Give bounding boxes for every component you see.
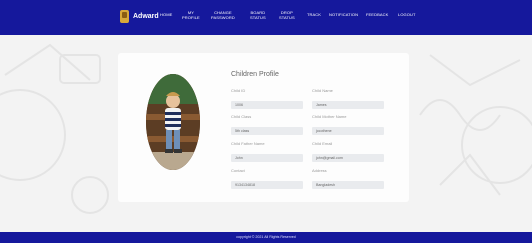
child-mother-name-label: Child Mother Name [312, 114, 347, 119]
nav-label: PASSWORD [211, 15, 235, 20]
brand-name: Adward [133, 13, 159, 20]
nav-label: STATUS [279, 15, 295, 20]
nav-label: NOTIFICATION [329, 12, 359, 17]
child-id-field[interactable]: 1006 [231, 101, 303, 109]
nav-change-password[interactable]: CHANGE PASSWORD [211, 10, 235, 20]
child-photo-image [146, 74, 200, 170]
nav-label: HOME [160, 12, 173, 17]
nav-feedback[interactable]: FEEDBACK [366, 12, 388, 17]
nav-label: PROFILE [182, 15, 200, 20]
contact-field[interactable]: 9134134818 [231, 181, 303, 189]
child-id-label: Child ID [231, 88, 246, 93]
address-field[interactable]: Bangladesh [312, 181, 384, 189]
nav-logout[interactable]: LOGOUT [398, 12, 416, 17]
address-label: Address [312, 168, 327, 173]
footer: copyright © 2021 All Rights Reserved [0, 232, 532, 243]
top-navbar: Adward HOME MY PROFILE CHANGE PASSWORD B… [0, 0, 532, 35]
nav-label: STATUS [250, 15, 266, 20]
nav-board-status[interactable]: BOARD STATUS [250, 10, 266, 20]
child-name-field[interactable]: James [312, 101, 384, 109]
child-class-label: Child Class [231, 114, 252, 119]
nav-label: TRACK [307, 12, 322, 17]
child-name-label: Child Name [312, 88, 333, 93]
nav-track[interactable]: TRACK [307, 12, 321, 17]
contact-label: Contact [231, 168, 245, 173]
nav-label: FEEDBACK [366, 12, 389, 17]
nav-label: LOGOUT [398, 12, 416, 17]
child-mother-name-field[interactable]: jocothene [312, 127, 384, 135]
page-title: Children Profile [231, 71, 279, 78]
child-father-name-label: Child Father Name [231, 141, 265, 146]
child-class-field[interactable]: 5th class [231, 127, 303, 135]
nav-drop-status[interactable]: DROP STATUS [279, 10, 295, 20]
child-email-field[interactable]: john@gmail.com [312, 154, 384, 162]
child-father-name-field[interactable]: John [231, 154, 303, 162]
nav-home[interactable]: HOME [160, 12, 172, 17]
child-email-label: Child Email [312, 141, 333, 146]
copyright-text: copyright © 2021 All Rights Reserved [236, 235, 296, 239]
child-photo [146, 74, 200, 170]
school-logo-icon [120, 10, 129, 23]
nav-my-profile[interactable]: MY PROFILE [182, 10, 200, 20]
nav-notification[interactable]: NOTIFICATION [329, 12, 358, 17]
brand[interactable]: Adward [120, 10, 159, 23]
